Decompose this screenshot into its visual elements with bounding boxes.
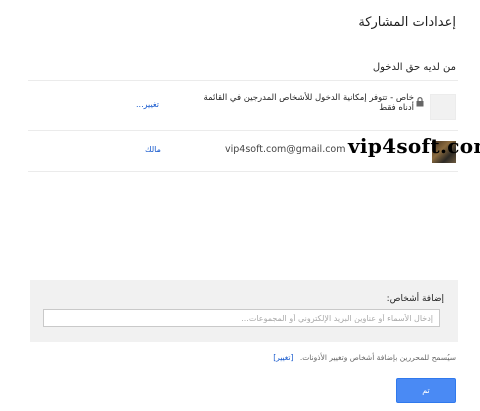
visibility-icon-placeholder: [430, 94, 456, 120]
add-people-input[interactable]: [43, 309, 440, 327]
change-permission-link[interactable]: [تغيير]: [273, 353, 293, 362]
done-button[interactable]: تم: [396, 378, 456, 403]
editor-permission-note: سيُسمح للمحررين بإضافة أشخاص وتغيير الأذ…: [273, 353, 456, 362]
owner-role-label: مالك: [145, 145, 161, 154]
owner-email: vip4soft.com@gmail.com: [225, 144, 346, 155]
editor-permission-text: سيُسمح للمحررين بإضافة أشخاص وتغيير الأذ…: [299, 353, 456, 362]
access-row-visibility: خاص - تتوفر إمكانية الدخول للأشخاص المدر…: [28, 81, 458, 130]
change-visibility-link[interactable]: تغيير...: [136, 100, 159, 109]
add-people-label: إضافة أشخاص:: [386, 294, 444, 304]
divider: [28, 171, 458, 172]
lock-icon: [416, 97, 424, 107]
watermark: vip4soft.com: [348, 134, 480, 158]
visibility-description: خاص - تتوفر إمكانية الدخول للأشخاص المدر…: [203, 93, 414, 113]
access-section-label: من لديه حق الدخول: [372, 62, 456, 73]
dialog-title: إعدادات المشاركة: [358, 15, 456, 30]
